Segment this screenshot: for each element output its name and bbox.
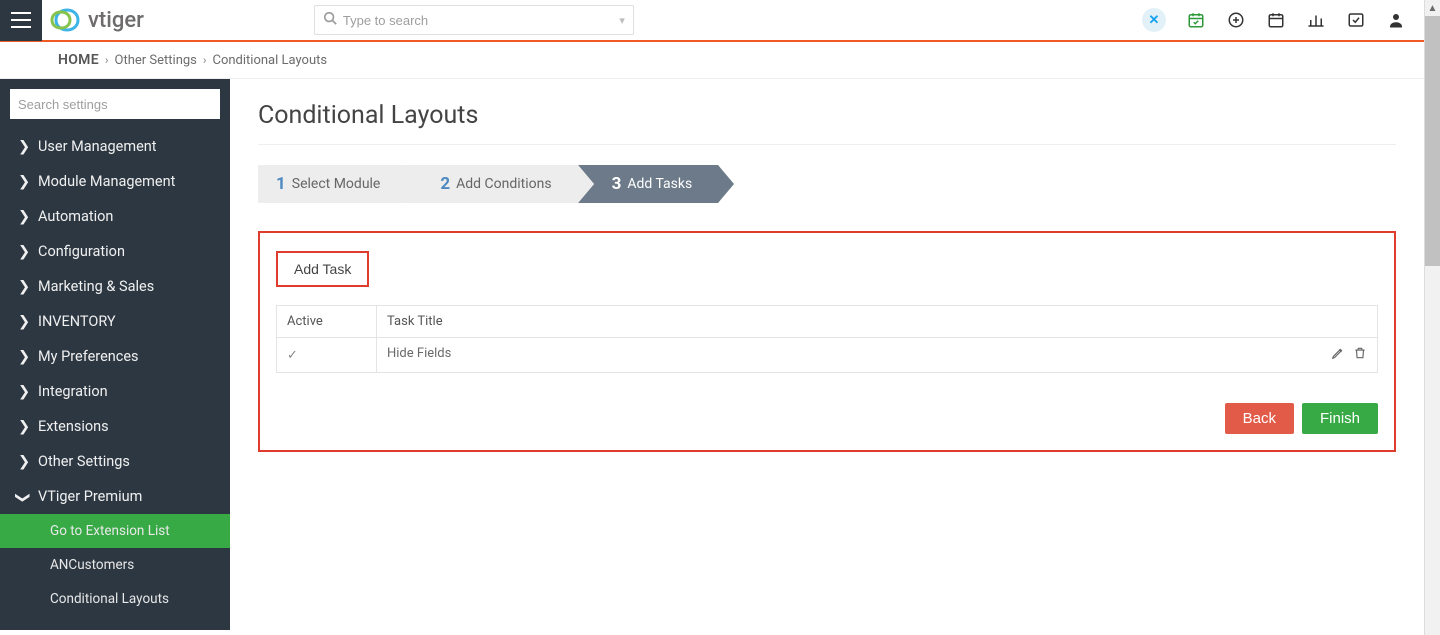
topbar: vtiger ▾ ✕ bbox=[0, 0, 1424, 42]
chevron-right-icon: ❯ bbox=[18, 313, 28, 330]
sidebar-item-label: Configuration bbox=[38, 243, 125, 260]
main-content: Conditional Layouts 1 Select Module 2 Ad… bbox=[230, 79, 1424, 630]
logo-text: vtiger bbox=[88, 8, 144, 33]
sidebar-item-my-preferences[interactable]: ❯ My Preferences bbox=[0, 339, 230, 374]
add-task-button[interactable]: Add Task bbox=[276, 251, 369, 287]
sidebar-item-label: VTiger Premium bbox=[38, 488, 142, 505]
finish-button[interactable]: Finish bbox=[1302, 403, 1378, 434]
chevron-down-icon: ❯ bbox=[15, 492, 32, 502]
sidebar-item-vtiger-premium[interactable]: ❯ VTiger Premium bbox=[0, 479, 230, 514]
chevron-right-icon: ❯ bbox=[18, 418, 28, 435]
sidebar-item-label: Module Management bbox=[38, 173, 175, 190]
sidebar-search-input[interactable] bbox=[10, 89, 220, 119]
step-label: Add Conditions bbox=[456, 176, 551, 192]
sidebar-item-label: Other Settings bbox=[38, 453, 130, 470]
sidebar-item-other-settings[interactable]: ❯ Other Settings bbox=[0, 444, 230, 479]
scroll-thumb[interactable] bbox=[1425, 16, 1440, 266]
search-icon bbox=[323, 11, 337, 29]
step-add-conditions[interactable]: 2 Add Conditions bbox=[406, 165, 577, 203]
page-scrollbar[interactable]: ▲ bbox=[1424, 0, 1440, 635]
sidebar-sub-extension-list[interactable]: Go to Extension List bbox=[0, 514, 230, 548]
calendar-icon[interactable] bbox=[1266, 10, 1286, 30]
chevron-right-icon: ❯ bbox=[18, 453, 28, 470]
logo-mark-icon bbox=[50, 7, 84, 33]
chevron-right-icon: › bbox=[105, 53, 109, 67]
edit-icon[interactable] bbox=[1331, 346, 1345, 364]
chevron-right-icon: ❯ bbox=[18, 243, 28, 260]
app-switch-icon[interactable]: ✕ bbox=[1142, 8, 1166, 32]
sidebar-nav: ❯ User Management ❯ Module Management ❯ Aut… bbox=[0, 129, 230, 616]
global-search-input[interactable] bbox=[337, 13, 619, 28]
wizard-steps: 1 Select Module 2 Add Conditions 3 Add T… bbox=[258, 165, 1396, 203]
col-title-header: Task Title bbox=[377, 306, 1378, 338]
sidebar-sub-ancustomers[interactable]: ANCustomers bbox=[0, 548, 230, 582]
sidebar-item-label: Extensions bbox=[38, 418, 109, 435]
row-actions bbox=[1331, 346, 1367, 364]
scroll-up-icon[interactable]: ▲ bbox=[1425, 0, 1440, 16]
tasks-panel: Add Task Active Task Title ✓ bbox=[258, 231, 1396, 452]
add-record-icon[interactable] bbox=[1226, 10, 1246, 30]
step-number: 3 bbox=[612, 174, 622, 194]
sidebar-item-label: Automation bbox=[38, 208, 113, 225]
hamburger-icon bbox=[11, 12, 31, 28]
breadcrumb-home[interactable]: HOME bbox=[58, 52, 99, 68]
checkmark-icon[interactable]: ✓ bbox=[287, 348, 298, 363]
chevron-right-icon: ❯ bbox=[18, 208, 28, 225]
sidebar-item-automation[interactable]: ❯ Automation bbox=[0, 199, 230, 234]
sidebar-item-label: My Preferences bbox=[38, 348, 139, 365]
sidebar-item-integration[interactable]: ❯ Integration bbox=[0, 374, 230, 409]
reports-icon[interactable] bbox=[1306, 10, 1326, 30]
calendar-event-icon[interactable] bbox=[1186, 10, 1206, 30]
step-select-module[interactable]: 1 Select Module bbox=[258, 165, 406, 203]
chevron-right-icon: ❯ bbox=[18, 173, 28, 190]
chevron-right-icon: ❯ bbox=[18, 348, 28, 365]
sidebar-item-inventory[interactable]: ❯ INVENTORY bbox=[0, 304, 230, 339]
sidebar-item-user-management[interactable]: ❯ User Management bbox=[0, 129, 230, 164]
global-search[interactable]: ▾ bbox=[314, 5, 634, 35]
sidebar-item-label: Integration bbox=[38, 383, 108, 400]
step-add-tasks[interactable]: 3 Add Tasks bbox=[578, 165, 719, 203]
chevron-right-icon: ❯ bbox=[18, 278, 28, 295]
step-number: 2 bbox=[440, 174, 450, 194]
task-title: Hide Fields bbox=[387, 346, 451, 361]
back-button[interactable]: Back bbox=[1225, 403, 1294, 434]
step-label: Add Tasks bbox=[627, 176, 692, 192]
sidebar-item-label: INVENTORY bbox=[38, 313, 116, 330]
sidebar-sub-conditional-layouts[interactable]: Conditional Layouts bbox=[0, 582, 230, 616]
tasks-icon[interactable] bbox=[1346, 10, 1366, 30]
sidebar-item-marketing-sales[interactable]: ❯ Marketing & Sales bbox=[0, 269, 230, 304]
user-menu-icon[interactable] bbox=[1386, 10, 1406, 30]
breadcrumb-link[interactable]: Other Settings bbox=[115, 53, 197, 68]
chevron-right-icon: ❯ bbox=[18, 383, 28, 400]
settings-sidebar: ❯ User Management ❯ Module Management ❯ Aut… bbox=[0, 79, 230, 630]
chevron-right-icon: ❯ bbox=[18, 138, 28, 155]
col-active-header: Active bbox=[277, 306, 377, 338]
step-number: 1 bbox=[276, 174, 286, 194]
table-row: ✓ Hide Fields bbox=[277, 338, 1378, 373]
search-dropdown-icon[interactable]: ▾ bbox=[619, 14, 625, 27]
menu-toggle-button[interactable] bbox=[0, 0, 42, 41]
title-cell: Hide Fields bbox=[377, 338, 1378, 373]
panel-actions: Back Finish bbox=[276, 403, 1378, 434]
sidebar-item-configuration[interactable]: ❯ Configuration bbox=[0, 234, 230, 269]
logo[interactable]: vtiger bbox=[50, 0, 144, 41]
chevron-right-icon: › bbox=[203, 53, 207, 67]
topbar-actions: ✕ bbox=[1142, 8, 1424, 32]
sidebar-item-module-management[interactable]: ❯ Module Management bbox=[0, 164, 230, 199]
page-title: Conditional Layouts bbox=[258, 101, 1396, 145]
breadcrumb-current: Conditional Layouts bbox=[213, 53, 328, 68]
sidebar-item-extensions[interactable]: ❯ Extensions bbox=[0, 409, 230, 444]
sidebar-item-label: Marketing & Sales bbox=[38, 278, 154, 295]
delete-icon[interactable] bbox=[1353, 346, 1367, 364]
sidebar-item-label: User Management bbox=[38, 138, 157, 155]
step-label: Select Module bbox=[292, 176, 381, 192]
active-cell: ✓ bbox=[277, 338, 377, 373]
sidebar-submenu: Go to Extension List ANCustomers Conditi… bbox=[0, 514, 230, 616]
breadcrumb: HOME › Other Settings › Conditional Layo… bbox=[0, 42, 1424, 79]
tasks-table: Active Task Title ✓ Hide Fields bbox=[276, 305, 1378, 373]
